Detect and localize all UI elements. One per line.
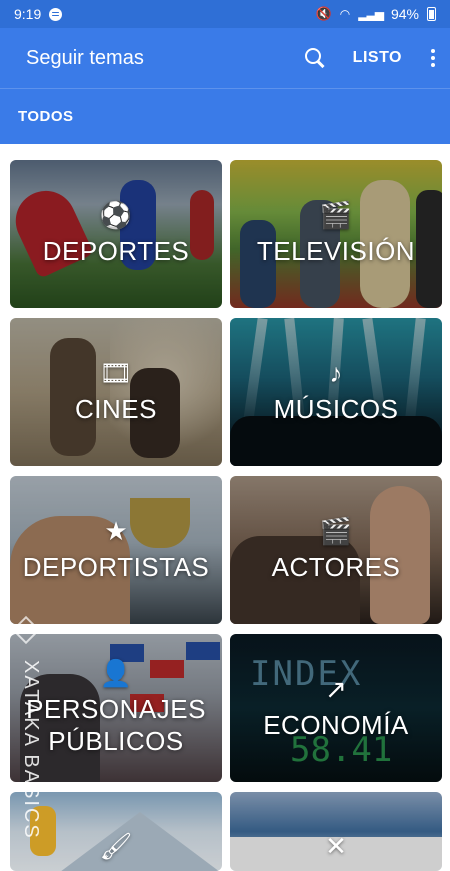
page-title: Seguir temas — [26, 46, 144, 69]
topic-card-musicos[interactable]: ♪ MÚSICOS — [230, 318, 442, 466]
more-vert-icon[interactable] — [430, 49, 436, 67]
music-note-icon: ♪ — [329, 358, 343, 388]
topic-label: DEPORTES — [42, 236, 190, 266]
topic-label: TELEVISIÓN — [256, 236, 416, 266]
signal-icon: ▂▃▅ — [358, 7, 384, 21]
topic-card-deportistas[interactable]: ★ DEPORTISTAS — [10, 476, 222, 624]
search-icon[interactable] — [304, 48, 325, 68]
topic-card-actores[interactable]: 🎬 ACTORES — [230, 476, 442, 624]
cutlery-icon: ✕ — [325, 831, 347, 861]
soccer-ball-icon: ⚽ — [99, 200, 133, 230]
mute-icon: 🔇 — [315, 6, 332, 21]
topic-label: ACTORES — [271, 552, 401, 582]
wifi-icon: ◠ — [339, 7, 351, 21]
person-icon: 👤 — [99, 658, 133, 688]
topic-label: CINES — [75, 394, 157, 424]
watermark: XATAKA BASICS — [20, 660, 42, 840]
spotify-icon — [49, 7, 63, 21]
status-bar: 9:19 🔇 ◠ ▂▃▅ 94% — [0, 0, 450, 28]
status-time: 9:19 — [14, 6, 42, 22]
app-bar: Seguir temas LISTO — [0, 28, 450, 88]
clapperboard-icon: 🎬 — [319, 200, 353, 230]
battery-percent: 94% — [390, 6, 419, 22]
topic-label: ECONOMÍA — [263, 710, 409, 740]
topic-label: PERSONAJES PÚBLICOS — [26, 694, 206, 756]
topic-card-economia[interactable]: INDEX 58.41 ↗ ECONOMÍA — [230, 634, 442, 782]
topic-label: MÚSICOS — [273, 394, 399, 424]
tab-todos[interactable]: TODOS — [18, 108, 74, 125]
star-icon: ★ — [104, 516, 128, 546]
battery-icon — [427, 7, 436, 21]
topic-card-cines[interactable]: 🎞 CINES — [10, 318, 222, 466]
topic-card-television[interactable]: 🎬 TELEVISIÓN — [230, 160, 442, 308]
tab-bar: TODOS — [0, 88, 450, 144]
trending-up-icon: ↗ — [325, 674, 347, 704]
topic-label: DEPORTISTAS — [22, 552, 210, 582]
film-strip-icon: 🎞 — [99, 358, 133, 388]
topic-card-deportes[interactable]: ⚽ DEPORTES — [10, 160, 222, 308]
brush-icon: 🖌 — [99, 831, 133, 861]
topic-card-partial-2[interactable]: ✕ — [230, 792, 442, 871]
clapperboard-icon: 🎬 — [319, 516, 353, 546]
done-button[interactable]: LISTO — [353, 49, 402, 67]
